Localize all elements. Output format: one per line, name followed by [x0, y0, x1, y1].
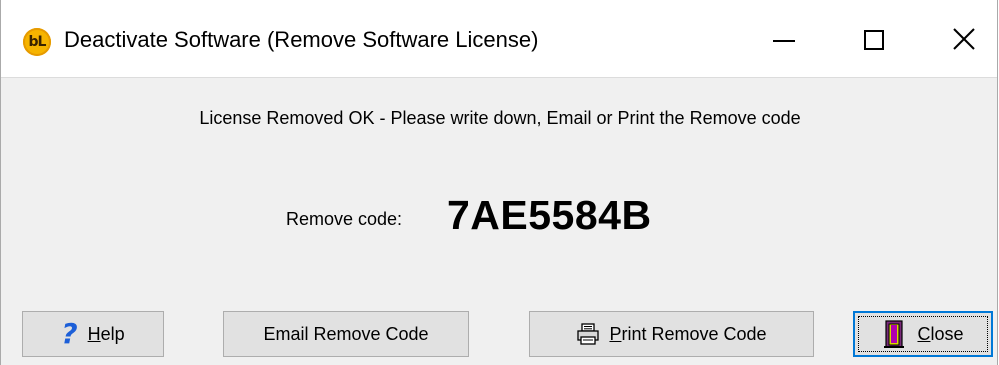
app-logo-icon: bL	[23, 28, 51, 56]
remove-code-label: Remove code:	[286, 209, 403, 229]
printer-icon	[576, 322, 600, 346]
close-mnemonic: C	[917, 323, 931, 344]
question-icon: ?	[61, 317, 78, 350]
email-remove-code-button[interactable]: Email Remove Code	[223, 311, 469, 357]
minimize-icon	[773, 40, 795, 42]
remove-code-value: 7AE5584B	[447, 192, 652, 238]
window-title: Deactivate Software (Remove Software Lic…	[64, 27, 539, 52]
help-mnemonic: H	[87, 323, 101, 344]
print-label-rest: rint Remove Code	[621, 323, 767, 344]
email-button-label: Email Remove Code	[263, 323, 429, 344]
print-button-label: Print Remove Code	[609, 324, 766, 345]
window-close-button[interactable]	[923, 0, 999, 78]
close-button[interactable]: Close	[853, 311, 993, 357]
close-label-rest: lose	[930, 323, 964, 344]
deactivate-dialog: bL Deactivate Software (Remove Software …	[0, 0, 998, 365]
help-button-label: Help	[88, 324, 125, 345]
close-button-label: Close	[917, 324, 963, 345]
maximize-button[interactable]	[833, 0, 923, 78]
minimize-button[interactable]	[743, 0, 833, 78]
close-icon	[953, 28, 975, 50]
status-message: License Removed OK - Please write down, …	[199, 108, 801, 128]
title-bar[interactable]: bL Deactivate Software (Remove Software …	[1, 0, 997, 78]
help-label-rest: elp	[100, 323, 125, 344]
help-button[interactable]: ? Help	[22, 311, 164, 357]
maximize-icon	[864, 30, 884, 50]
print-remove-code-button[interactable]: Print Remove Code	[529, 311, 814, 357]
door-exit-icon	[882, 319, 908, 349]
print-mnemonic: P	[609, 323, 622, 344]
